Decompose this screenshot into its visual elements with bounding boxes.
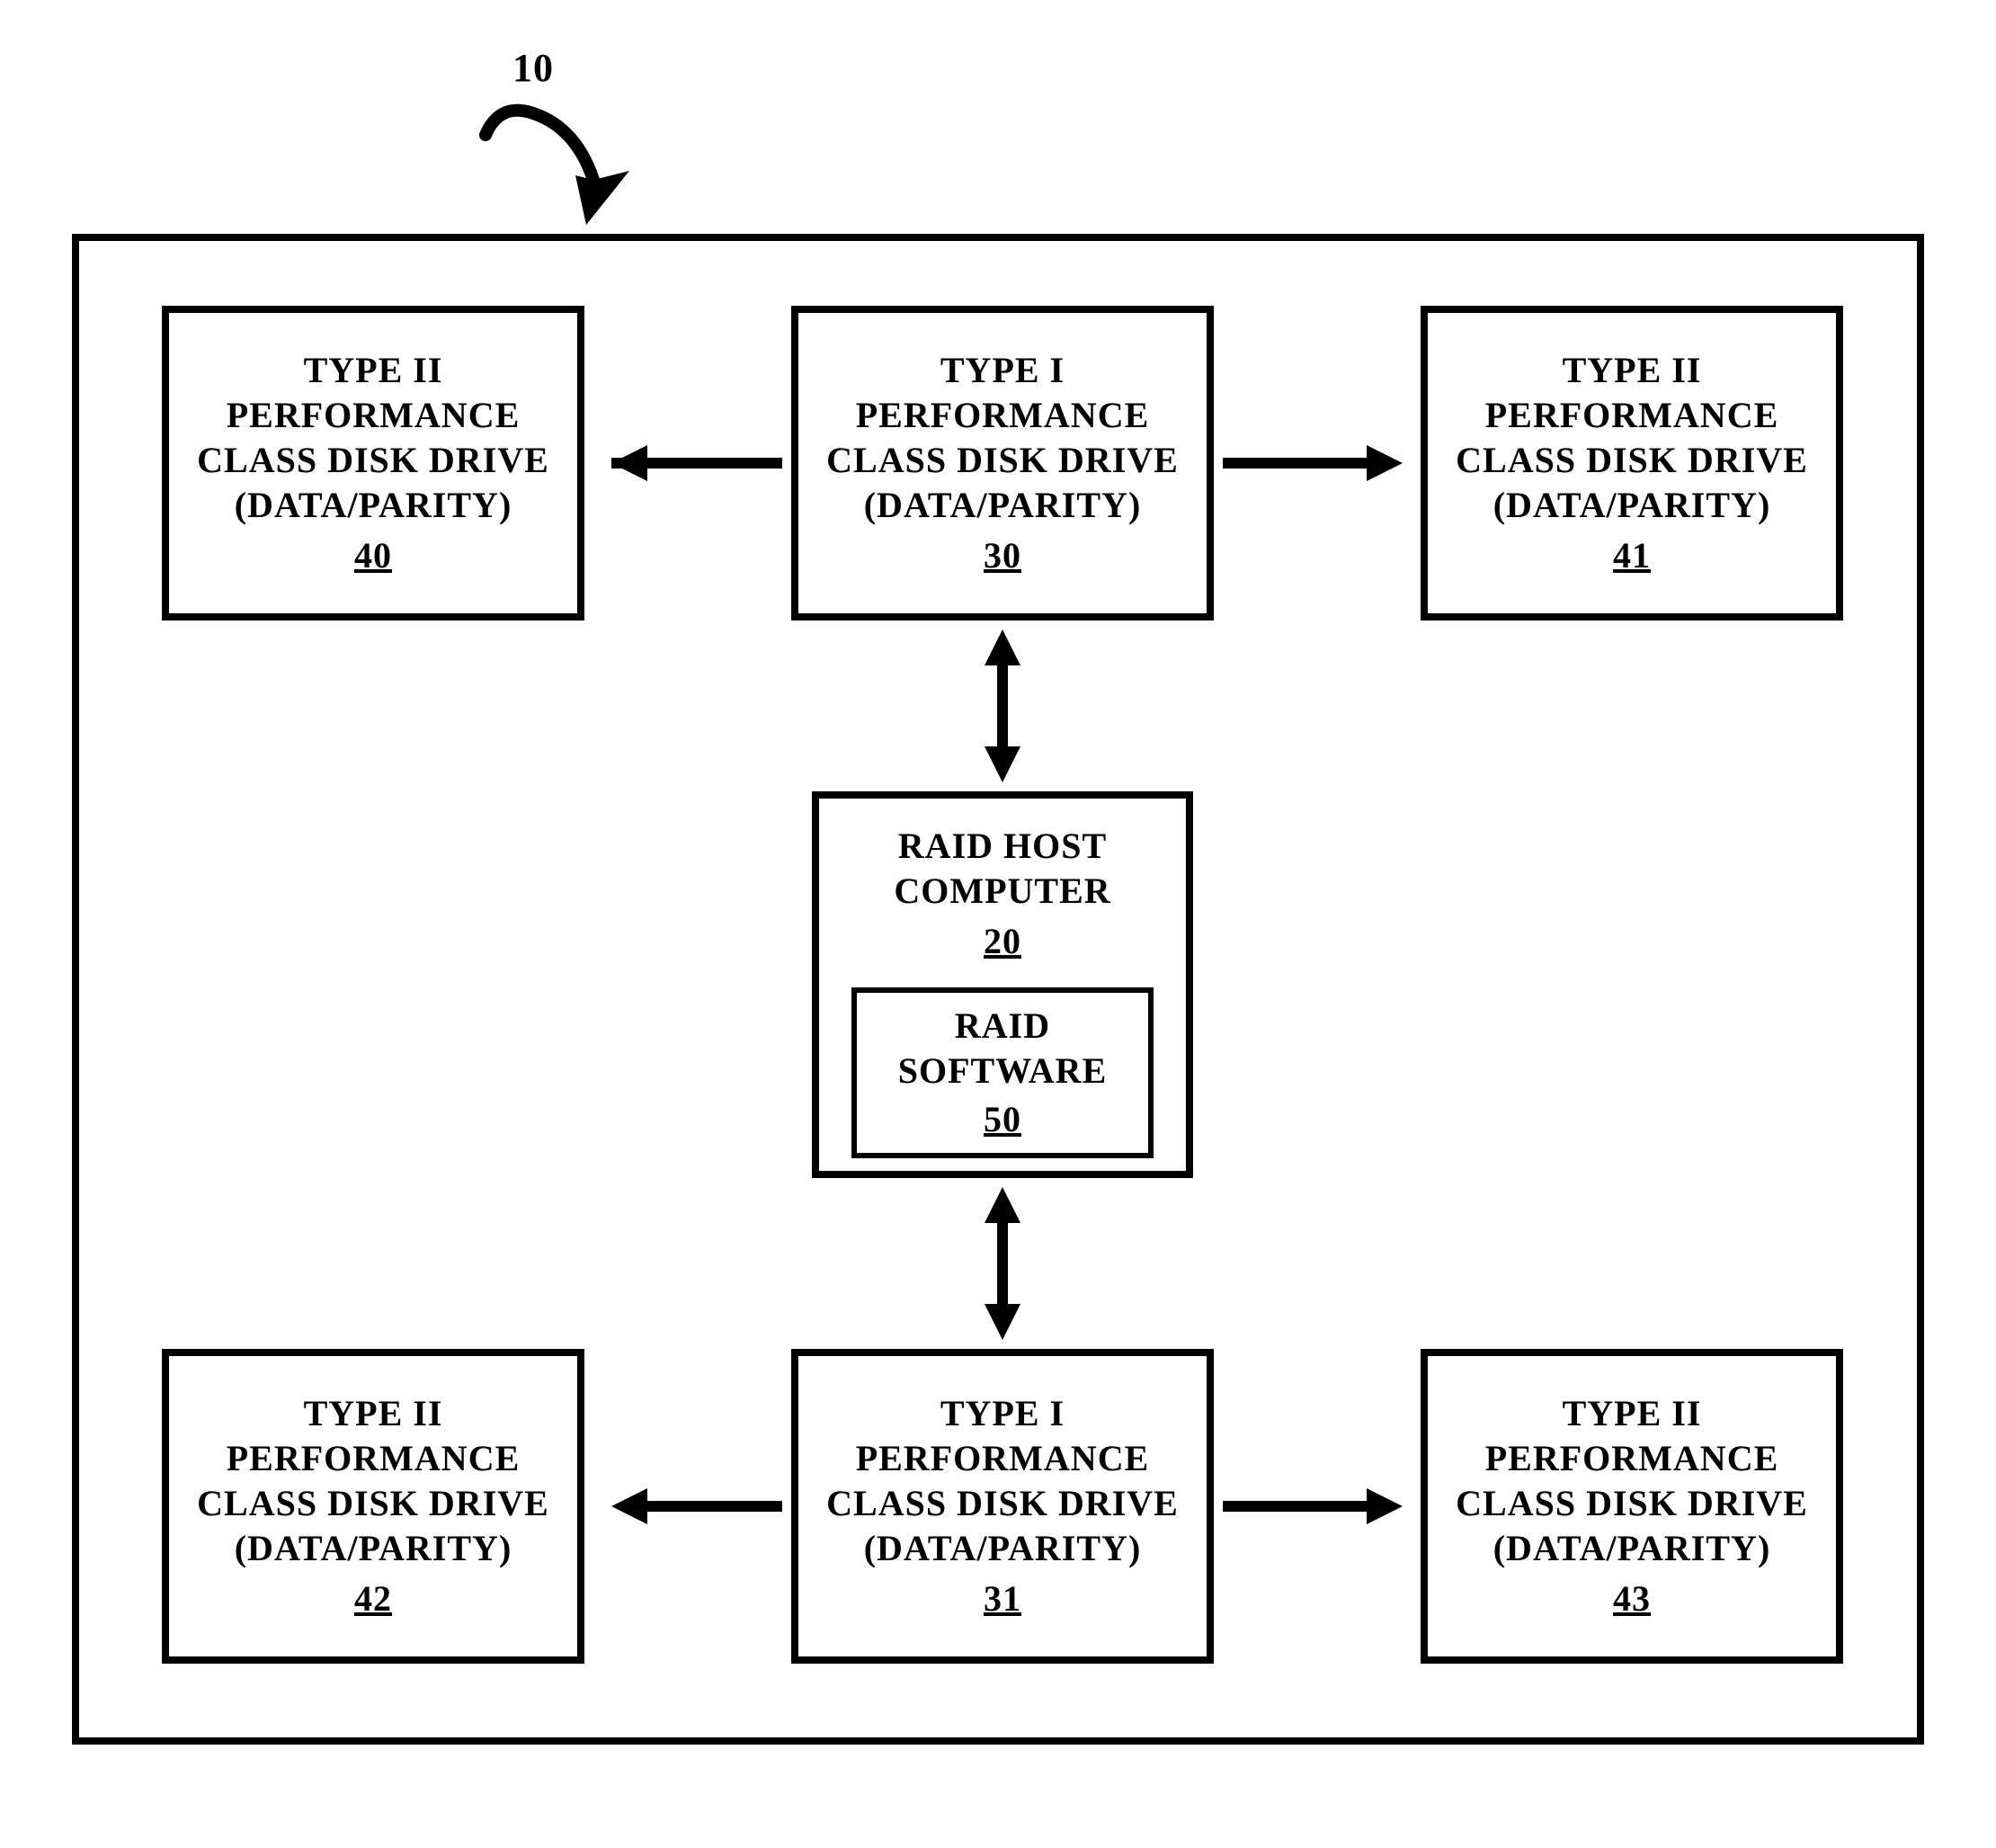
box-text: (DATA/PARITY) <box>1493 483 1771 528</box>
box-text: SOFTWARE <box>898 1049 1108 1094</box>
box-ref: 30 <box>984 533 1021 578</box>
box-ref: 40 <box>354 533 392 578</box>
box-text: PERFORMANCE <box>1485 393 1779 438</box>
box-text: (DATA/PARITY) <box>1493 1526 1771 1571</box>
box-text: CLASS DISK DRIVE <box>1456 438 1808 483</box>
box-text: PERFORMANCE <box>856 1436 1150 1481</box>
box-ref: 41 <box>1613 533 1651 578</box>
box-raid-host: RAID HOST COMPUTER 20 RAID SOFTWARE 50 <box>812 791 1193 1178</box>
diagram-canvas: 10 TYPE II PERFORMANCE CLASS DISK DRIVE … <box>0 0 1996 1848</box>
box-top-right-disk: TYPE II PERFORMANCE CLASS DISK DRIVE (DA… <box>1421 306 1843 620</box>
box-text: CLASS DISK DRIVE <box>197 438 549 483</box>
box-text: RAID HOST <box>819 824 1186 869</box>
box-text: PERFORMANCE <box>227 393 521 438</box>
box-text: PERFORMANCE <box>856 393 1150 438</box>
box-raid-software: RAID SOFTWARE 50 <box>851 987 1154 1158</box>
box-text: CLASS DISK DRIVE <box>826 1481 1179 1526</box>
box-ref: 43 <box>1613 1576 1651 1621</box>
box-text: TYPE I <box>940 348 1065 393</box>
box-ref: 31 <box>984 1576 1021 1621</box>
box-text: TYPE II <box>1563 1391 1702 1436</box>
box-text: CLASS DISK DRIVE <box>1456 1481 1808 1526</box>
box-bottom-center-disk: TYPE I PERFORMANCE CLASS DISK DRIVE (DAT… <box>791 1349 1214 1664</box>
box-bottom-left-disk: TYPE II PERFORMANCE CLASS DISK DRIVE (DA… <box>162 1349 584 1664</box>
box-text: TYPE II <box>304 348 443 393</box>
box-bottom-right-disk: TYPE II PERFORMANCE CLASS DISK DRIVE (DA… <box>1421 1349 1843 1664</box>
box-top-left-disk: TYPE II PERFORMANCE CLASS DISK DRIVE (DA… <box>162 306 584 620</box>
box-text: (DATA/PARITY) <box>235 1526 512 1571</box>
host-header: RAID HOST COMPUTER 20 <box>819 799 1186 964</box>
box-ref: 42 <box>354 1576 392 1621</box>
box-text: CLASS DISK DRIVE <box>197 1481 549 1526</box>
box-text: CLASS DISK DRIVE <box>826 438 1179 483</box>
box-text: RAID <box>955 1004 1050 1049</box>
box-text: (DATA/PARITY) <box>864 1526 1142 1571</box>
figure-reference-text: 10 <box>512 46 554 90</box>
pointer-arrowhead-icon <box>575 171 629 225</box>
box-text: PERFORMANCE <box>227 1436 521 1481</box>
box-text: PERFORMANCE <box>1485 1436 1779 1481</box>
box-ref: 20 <box>819 919 1186 964</box>
box-text: TYPE I <box>940 1391 1065 1436</box>
figure-reference-label: 10 <box>512 45 554 91</box>
box-text: COMPUTER <box>819 869 1186 914</box>
pointer-curve-icon <box>486 111 593 180</box>
box-text: (DATA/PARITY) <box>235 483 512 528</box>
box-text: (DATA/PARITY) <box>864 483 1142 528</box>
box-text: TYPE II <box>1563 348 1702 393</box>
box-text: TYPE II <box>304 1391 443 1436</box>
box-top-center-disk: TYPE I PERFORMANCE CLASS DISK DRIVE (DAT… <box>791 306 1214 620</box>
box-ref: 50 <box>984 1097 1021 1142</box>
